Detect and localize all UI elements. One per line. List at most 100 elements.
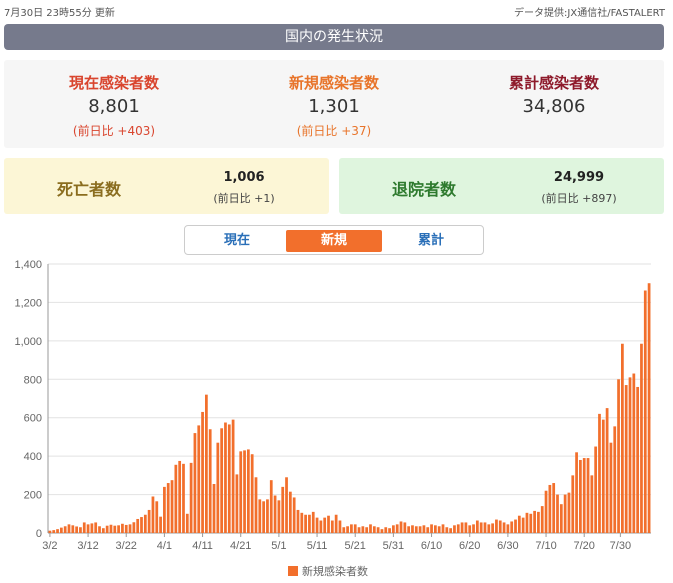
current-cases-value: 8,801 bbox=[88, 96, 140, 117]
bar bbox=[304, 514, 307, 533]
bar bbox=[430, 524, 433, 533]
bar bbox=[598, 413, 601, 533]
bar bbox=[315, 517, 319, 533]
bar bbox=[193, 433, 197, 533]
tab-new[interactable]: 新規 bbox=[286, 230, 382, 252]
bar bbox=[143, 514, 147, 533]
bar bbox=[342, 527, 346, 533]
bar bbox=[262, 501, 266, 533]
bar bbox=[418, 526, 422, 533]
bar bbox=[525, 512, 529, 533]
bar bbox=[109, 524, 113, 533]
bar bbox=[48, 530, 52, 533]
bar bbox=[243, 450, 246, 533]
tab-total[interactable]: 累計 bbox=[383, 230, 479, 252]
bar bbox=[411, 525, 414, 533]
bar bbox=[82, 522, 86, 533]
bar bbox=[189, 462, 193, 533]
bar bbox=[590, 475, 594, 533]
bar bbox=[216, 442, 220, 533]
bar bbox=[266, 499, 269, 533]
top-bar: 7月30日 23時55分 更新 データ提供:JX通信社/FASTALERT bbox=[4, 4, 665, 19]
bar bbox=[495, 519, 498, 533]
bar bbox=[624, 385, 628, 533]
bar bbox=[281, 486, 285, 533]
bar bbox=[575, 452, 578, 533]
bar bbox=[227, 424, 231, 533]
bar bbox=[185, 513, 189, 533]
bar bbox=[479, 522, 483, 533]
new-cases-chart: 0 200 400 600 800 1,000 1,200 1,400 3/2 3/12 3/22 4… bbox=[14, 259, 651, 552]
x-tick-label: 3/22 bbox=[116, 540, 137, 552]
bar bbox=[212, 484, 216, 533]
bar bbox=[422, 525, 426, 533]
bar bbox=[292, 497, 296, 533]
bar bbox=[86, 524, 90, 533]
bar bbox=[605, 408, 609, 533]
bar bbox=[205, 394, 208, 533]
bar bbox=[621, 343, 624, 533]
bar bbox=[414, 526, 418, 533]
bar bbox=[124, 524, 128, 533]
bar bbox=[208, 429, 212, 533]
x-tick-label: 5/21 bbox=[345, 540, 366, 552]
bar bbox=[399, 521, 403, 533]
x-tick-label: 4/11 bbox=[192, 540, 213, 552]
bar bbox=[338, 520, 342, 533]
bar bbox=[586, 458, 590, 533]
bar bbox=[113, 525, 117, 533]
bar bbox=[643, 290, 647, 533]
bar bbox=[128, 524, 132, 533]
bar bbox=[544, 490, 548, 533]
y-tick-label: 200 bbox=[24, 490, 42, 502]
bar bbox=[319, 520, 323, 533]
x-tick-label: 5/31 bbox=[383, 540, 404, 552]
bar bbox=[579, 459, 582, 533]
bar bbox=[563, 494, 567, 533]
bar bbox=[151, 496, 155, 533]
total-cases-label: 累計感染者数 bbox=[508, 74, 599, 92]
bar bbox=[601, 419, 605, 533]
bar bbox=[609, 442, 613, 533]
bar bbox=[510, 521, 514, 533]
bar bbox=[346, 526, 349, 533]
current-cases-diff: (前日比 +403) bbox=[72, 124, 156, 138]
x-tick-label: 3/2 bbox=[42, 540, 57, 552]
deaths-label: 死亡者数 bbox=[56, 180, 121, 199]
bar bbox=[556, 494, 559, 533]
bar bbox=[285, 477, 288, 533]
bar bbox=[395, 524, 399, 533]
bar bbox=[582, 458, 586, 533]
bar bbox=[174, 464, 178, 533]
bar bbox=[437, 526, 441, 533]
bar bbox=[117, 525, 120, 533]
total-cases-stat: 累計感染者数 34,806 bbox=[444, 60, 664, 148]
new-cases-label: 新規感染者数 bbox=[288, 74, 379, 92]
bar bbox=[59, 527, 63, 533]
bar bbox=[369, 524, 372, 533]
new-cases-diff: (前日比 +37) bbox=[296, 124, 372, 138]
bar bbox=[475, 520, 479, 533]
bar bbox=[407, 526, 411, 533]
deaths-value: 1,006 bbox=[223, 170, 265, 185]
bar bbox=[468, 525, 472, 533]
bar bbox=[246, 449, 250, 533]
bar bbox=[529, 513, 533, 533]
bar bbox=[445, 527, 449, 533]
bar bbox=[372, 526, 376, 533]
bar bbox=[388, 528, 391, 533]
bar bbox=[334, 514, 338, 533]
bar bbox=[357, 527, 361, 533]
bar bbox=[147, 509, 151, 533]
tab-current[interactable]: 現在 bbox=[189, 230, 285, 252]
bar bbox=[502, 522, 506, 533]
bar bbox=[365, 527, 369, 533]
bar bbox=[472, 524, 475, 533]
bar bbox=[63, 526, 67, 533]
deaths-diff: (前日比 +1) bbox=[213, 192, 275, 205]
bar bbox=[392, 525, 395, 533]
bar bbox=[94, 522, 98, 533]
bar bbox=[559, 504, 563, 533]
bar bbox=[514, 519, 517, 533]
bar bbox=[201, 411, 204, 533]
